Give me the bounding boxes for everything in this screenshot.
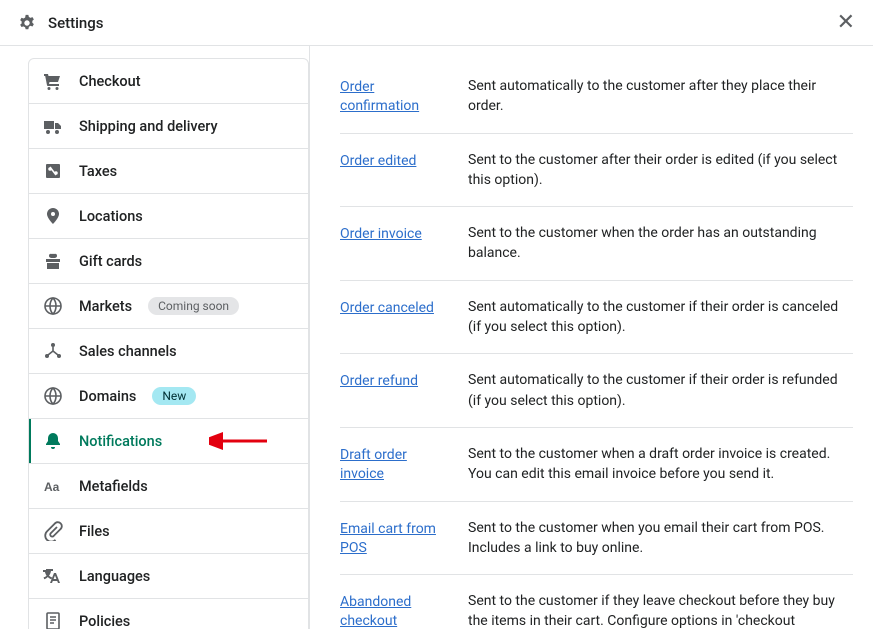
notification-row: Order confirmation Sent automatically to … [340, 76, 853, 134]
notification-name: Order confirmation [340, 76, 448, 114]
notification-row: Draft order invoice Sent to the customer … [340, 428, 853, 502]
notification-link[interactable]: Order confirmation [340, 79, 419, 114]
sidebar-list: Checkout Shipping and delivery Taxes Locati… [28, 58, 309, 629]
sidebar-item-label: Shipping and delivery [79, 118, 218, 135]
sidebar-badge: Coming soon [148, 297, 239, 315]
sidebar-item-notifications[interactable]: Notifications [29, 419, 308, 464]
globe-icon [43, 296, 63, 316]
sidebar-item-label: Notifications [79, 433, 162, 450]
clip-icon [43, 521, 63, 541]
notification-row: Abandoned checkout Sent to the customer i… [340, 575, 853, 629]
notification-desc: Sent to the customer when the order has … [468, 223, 853, 264]
bell-icon [43, 431, 63, 451]
notification-name: Order refund [340, 370, 448, 389]
notifications-list: Order confirmation Sent automatically to … [340, 76, 853, 629]
notification-desc: Sent automatically to the customer if th… [468, 370, 853, 411]
policy-icon [43, 611, 63, 629]
truck-icon [43, 116, 63, 136]
notification-link[interactable]: Order canceled [340, 300, 434, 316]
sidebar-item-label: Metafields [79, 478, 148, 495]
notification-name: Draft order invoice [340, 444, 448, 482]
sidebar-item-label: Checkout [79, 73, 141, 90]
sidebar-item-sales-channels[interactable]: Sales channels [29, 329, 308, 374]
sidebar-item-markets[interactable]: Markets Coming soon [29, 284, 308, 329]
sidebar-item-label: Gift cards [79, 253, 142, 270]
sidebar-item-label: Files [79, 523, 110, 540]
notification-link[interactable]: Draft order invoice [340, 447, 407, 482]
notification-link[interactable]: Email cart from POS [340, 521, 436, 556]
notification-link[interactable]: Abandoned checkout [340, 594, 411, 629]
notification-name: Order canceled [340, 297, 448, 316]
page-title: Settings [48, 14, 104, 32]
meta-icon: Aa [43, 476, 63, 496]
notification-desc: Sent to the customer after their order i… [468, 150, 853, 191]
notification-desc: Sent automatically to the customer after… [468, 76, 853, 117]
sidebar-item-policies[interactable]: Policies [29, 599, 308, 629]
sidebar-item-label: Policies [79, 613, 130, 629]
settings-header: Settings ✕ [0, 0, 873, 46]
sidebar-item-languages[interactable]: Languages [29, 554, 308, 599]
sidebar-item-label: Languages [79, 568, 150, 585]
settings-body: Checkout Shipping and delivery Taxes Locati… [0, 46, 873, 629]
notification-desc: Sent to the customer when you email thei… [468, 518, 853, 559]
notification-row: Order refund Sent automatically to the cu… [340, 354, 853, 428]
notification-name: Order edited [340, 150, 448, 169]
tax-icon [43, 161, 63, 181]
gear-icon [18, 14, 36, 32]
annotation-arrow [209, 431, 269, 451]
svg-text:Aa: Aa [44, 480, 60, 494]
sidebar-item-shipping-and-delivery[interactable]: Shipping and delivery [29, 104, 308, 149]
sidebar-item-label: Markets [79, 298, 132, 315]
sidebar-item-label: Taxes [79, 163, 117, 180]
header-left: Settings [18, 14, 104, 32]
notification-name: Abandoned checkout [340, 591, 448, 629]
sidebar-item-label: Domains [79, 388, 136, 405]
notifications-panel: Order confirmation Sent automatically to … [310, 46, 873, 629]
notification-name: Email cart from POS [340, 518, 448, 556]
notification-link[interactable]: Order refund [340, 373, 418, 389]
sidebar-item-checkout[interactable]: Checkout [29, 59, 308, 104]
sidebar-badge: New [152, 387, 196, 405]
notification-row: Order invoice Sent to the customer when t… [340, 207, 853, 281]
sidebar-item-locations[interactable]: Locations [29, 194, 308, 239]
sidebar-item-label: Locations [79, 208, 143, 225]
notification-row: Email cart from POS Sent to the customer … [340, 502, 853, 576]
sidebar-item-metafields[interactable]: Aa Metafields [29, 464, 308, 509]
globe-icon [43, 386, 63, 406]
sidebar-item-taxes[interactable]: Taxes [29, 149, 308, 194]
pin-icon [43, 206, 63, 226]
lang-icon [43, 566, 63, 586]
sidebar-item-files[interactable]: Files [29, 509, 308, 554]
notification-desc: Sent to the customer when a draft order … [468, 444, 853, 485]
notification-name: Order invoice [340, 223, 448, 242]
notification-row: Order edited Sent to the customer after t… [340, 134, 853, 208]
notification-link[interactable]: Order invoice [340, 226, 422, 242]
sidebar-item-label: Sales channels [79, 343, 177, 360]
close-icon[interactable]: ✕ [837, 10, 855, 35]
notification-desc: Sent to the customer if they leave check… [468, 591, 853, 629]
gift-icon [43, 251, 63, 271]
notification-row: Order canceled Sent automatically to the … [340, 281, 853, 355]
sidebar: Checkout Shipping and delivery Taxes Locati… [0, 46, 310, 629]
cart-icon [43, 71, 63, 91]
channels-icon [43, 341, 63, 361]
notification-desc: Sent automatically to the customer if th… [468, 297, 853, 338]
sidebar-item-domains[interactable]: Domains New [29, 374, 308, 419]
notification-link[interactable]: Order edited [340, 153, 416, 169]
sidebar-item-gift-cards[interactable]: Gift cards [29, 239, 308, 284]
